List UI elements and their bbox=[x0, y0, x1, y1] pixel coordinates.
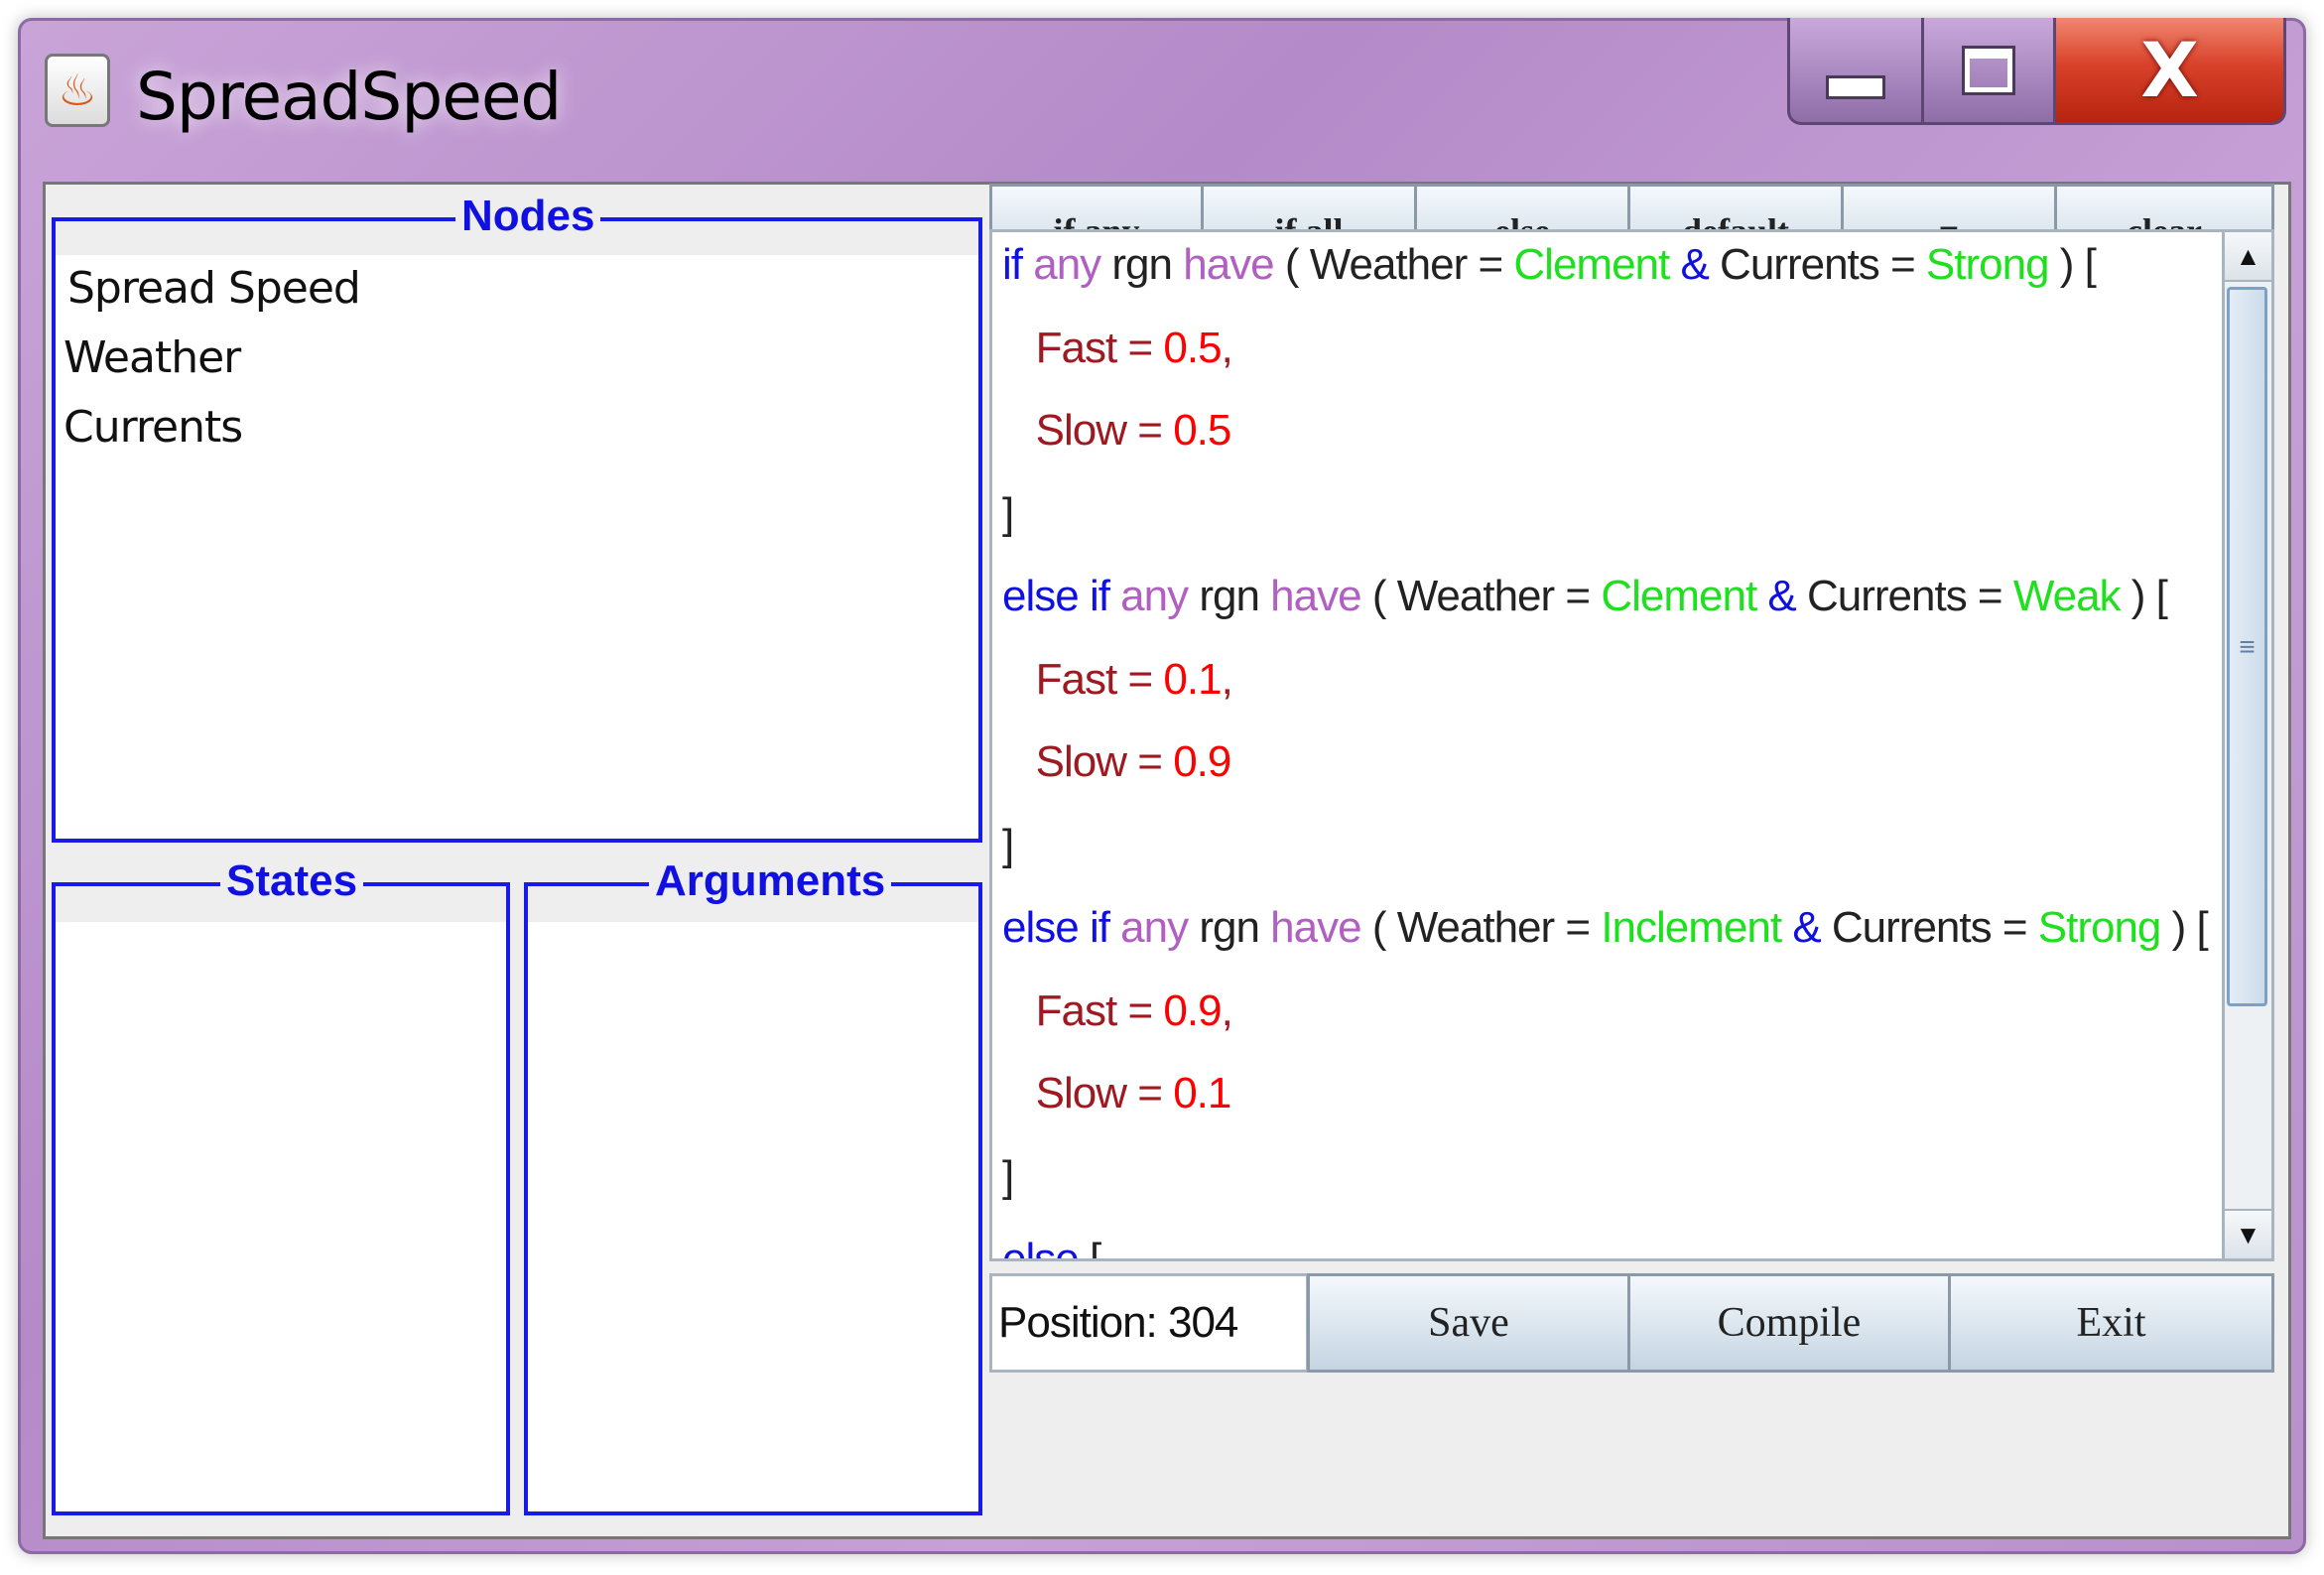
code-token: ( Weather = bbox=[1284, 240, 1514, 289]
code-token: Slow = bbox=[1002, 1069, 1174, 1117]
nodes-title: Nodes bbox=[455, 192, 601, 241]
scroll-up-arrow-icon[interactable]: ▲ bbox=[2225, 232, 2271, 282]
code-token: any bbox=[1120, 903, 1200, 952]
code-line: Slow = 0.9 bbox=[1002, 737, 1232, 787]
code-line: else if any rgn have ( Weather = Incleme… bbox=[1002, 903, 2209, 953]
close-icon: X bbox=[2140, 26, 2199, 114]
code-token: rgn bbox=[1111, 240, 1184, 289]
code-token: else if bbox=[1002, 572, 1121, 620]
code-token: 0.9 bbox=[1163, 985, 1222, 1035]
code-token: , bbox=[1221, 654, 1233, 704]
nodes-group: Nodes Spread Speed Weather Currents bbox=[52, 192, 982, 843]
code-token: Currents = bbox=[1831, 903, 2038, 952]
code-token: if bbox=[1002, 240, 1034, 289]
maximize-button[interactable] bbox=[1924, 18, 2056, 125]
editor-scrollbar[interactable]: ▲ ≡ ▼ bbox=[2225, 229, 2274, 1261]
close-button[interactable]: X bbox=[2056, 18, 2286, 125]
minimize-icon bbox=[1826, 74, 1885, 99]
code-line: Slow = 0.1 bbox=[1002, 1069, 1232, 1118]
code-line: Fast = 0.5, bbox=[1002, 323, 1233, 373]
code-line: else if any rgn have ( Weather = Clement… bbox=[1002, 572, 2168, 621]
states-list[interactable] bbox=[56, 922, 506, 1511]
list-item[interactable]: Currents bbox=[64, 402, 243, 453]
list-item[interactable]: Weather bbox=[64, 332, 241, 383]
arguments-title: Arguments bbox=[649, 856, 892, 906]
code-line: Fast = 0.9, bbox=[1002, 985, 1233, 1036]
code-token: rgn bbox=[1199, 903, 1271, 952]
code-token: & bbox=[1680, 240, 1721, 289]
code-token: Fast = bbox=[1002, 985, 1164, 1035]
compile-button[interactable]: Compile bbox=[1627, 1273, 1951, 1373]
code-token: Currents = bbox=[1806, 572, 2013, 620]
code-token: have bbox=[1270, 903, 1372, 952]
maximize-icon bbox=[1962, 45, 2015, 95]
code-editor[interactable]: if any rgn have ( Weather = Clement & Cu… bbox=[989, 229, 2225, 1261]
code-token: 0.5 bbox=[1173, 406, 1231, 455]
code-token: Currents = bbox=[1720, 240, 1926, 289]
java-coffee-cup-icon[interactable]: ♨ bbox=[45, 54, 110, 127]
code-token: [ bbox=[1089, 1235, 1101, 1261]
code-token: any bbox=[1120, 572, 1200, 620]
code-token: ( Weather = bbox=[1371, 903, 1602, 952]
code-token: rgn bbox=[1199, 572, 1271, 620]
code-token: have bbox=[1183, 240, 1285, 289]
code-line: Slow = 0.5 bbox=[1002, 406, 1232, 456]
code-token: Strong bbox=[2037, 903, 2172, 952]
code-line: else [ bbox=[1002, 1235, 1101, 1261]
code-token: Clement bbox=[1601, 572, 1768, 620]
arguments-list[interactable] bbox=[528, 922, 978, 1511]
scroll-down-arrow-icon[interactable]: ▼ bbox=[2225, 1209, 2271, 1258]
code-token: Strong bbox=[1925, 240, 2060, 289]
code-token: Slow = bbox=[1002, 737, 1174, 786]
code-token: else if bbox=[1002, 903, 1121, 952]
code-token: ( Weather = bbox=[1371, 572, 1602, 620]
nodes-list[interactable]: Spread Speed Weather Currents bbox=[56, 255, 978, 839]
code-line: ] bbox=[1002, 488, 1014, 539]
code-token: ) [ bbox=[2171, 903, 2209, 952]
code-token: , bbox=[1221, 985, 1233, 1035]
code-token: 0.1 bbox=[1163, 654, 1222, 704]
list-item[interactable]: Spread Speed bbox=[67, 263, 361, 314]
code-line: Fast = 0.1, bbox=[1002, 654, 1233, 705]
app-window: ♨ SpreadSpeed X Nodes Spread Speed Weath… bbox=[18, 18, 2306, 1554]
code-token: ) [ bbox=[2130, 572, 2168, 620]
window-controls: X bbox=[1787, 18, 2286, 125]
code-token: Inclement bbox=[1601, 903, 1793, 952]
code-token: 0.5 bbox=[1163, 323, 1222, 372]
code-token: 0.9 bbox=[1173, 737, 1231, 786]
window-title: SpreadSpeed bbox=[136, 59, 562, 135]
code-token: & bbox=[1767, 572, 1807, 620]
states-group: States bbox=[52, 856, 510, 1515]
code-token: ) [ bbox=[2059, 240, 2097, 289]
code-token: ] bbox=[1002, 1151, 1014, 1201]
scroll-thumb[interactable]: ≡ bbox=[2227, 287, 2267, 1006]
code-token: ] bbox=[1002, 488, 1014, 538]
code-token: ] bbox=[1002, 820, 1014, 869]
exit-button[interactable]: Exit bbox=[1948, 1273, 2274, 1373]
states-title: States bbox=[220, 856, 364, 906]
code-token: else bbox=[1002, 1235, 1090, 1261]
code-token: & bbox=[1792, 903, 1832, 952]
code-line: ] bbox=[1002, 1151, 1014, 1202]
code-line: ] bbox=[1002, 820, 1014, 870]
minimize-button[interactable] bbox=[1787, 18, 1924, 125]
code-token: Slow = bbox=[1002, 406, 1174, 455]
code-token: 0.1 bbox=[1173, 1069, 1231, 1117]
code-token: Fast = bbox=[1002, 323, 1164, 372]
arguments-group: Arguments bbox=[524, 856, 982, 1515]
position-indicator: Position: 304 bbox=[989, 1273, 1309, 1373]
save-button[interactable]: Save bbox=[1307, 1273, 1630, 1373]
code-token: any bbox=[1033, 240, 1112, 289]
code-token: , bbox=[1221, 323, 1233, 372]
code-line: if any rgn have ( Weather = Clement & Cu… bbox=[1002, 240, 2097, 290]
code-token: Weak bbox=[2012, 572, 2131, 620]
code-token: Fast = bbox=[1002, 654, 1164, 704]
code-token: Clement bbox=[1513, 240, 1681, 289]
code-token: have bbox=[1270, 572, 1372, 620]
